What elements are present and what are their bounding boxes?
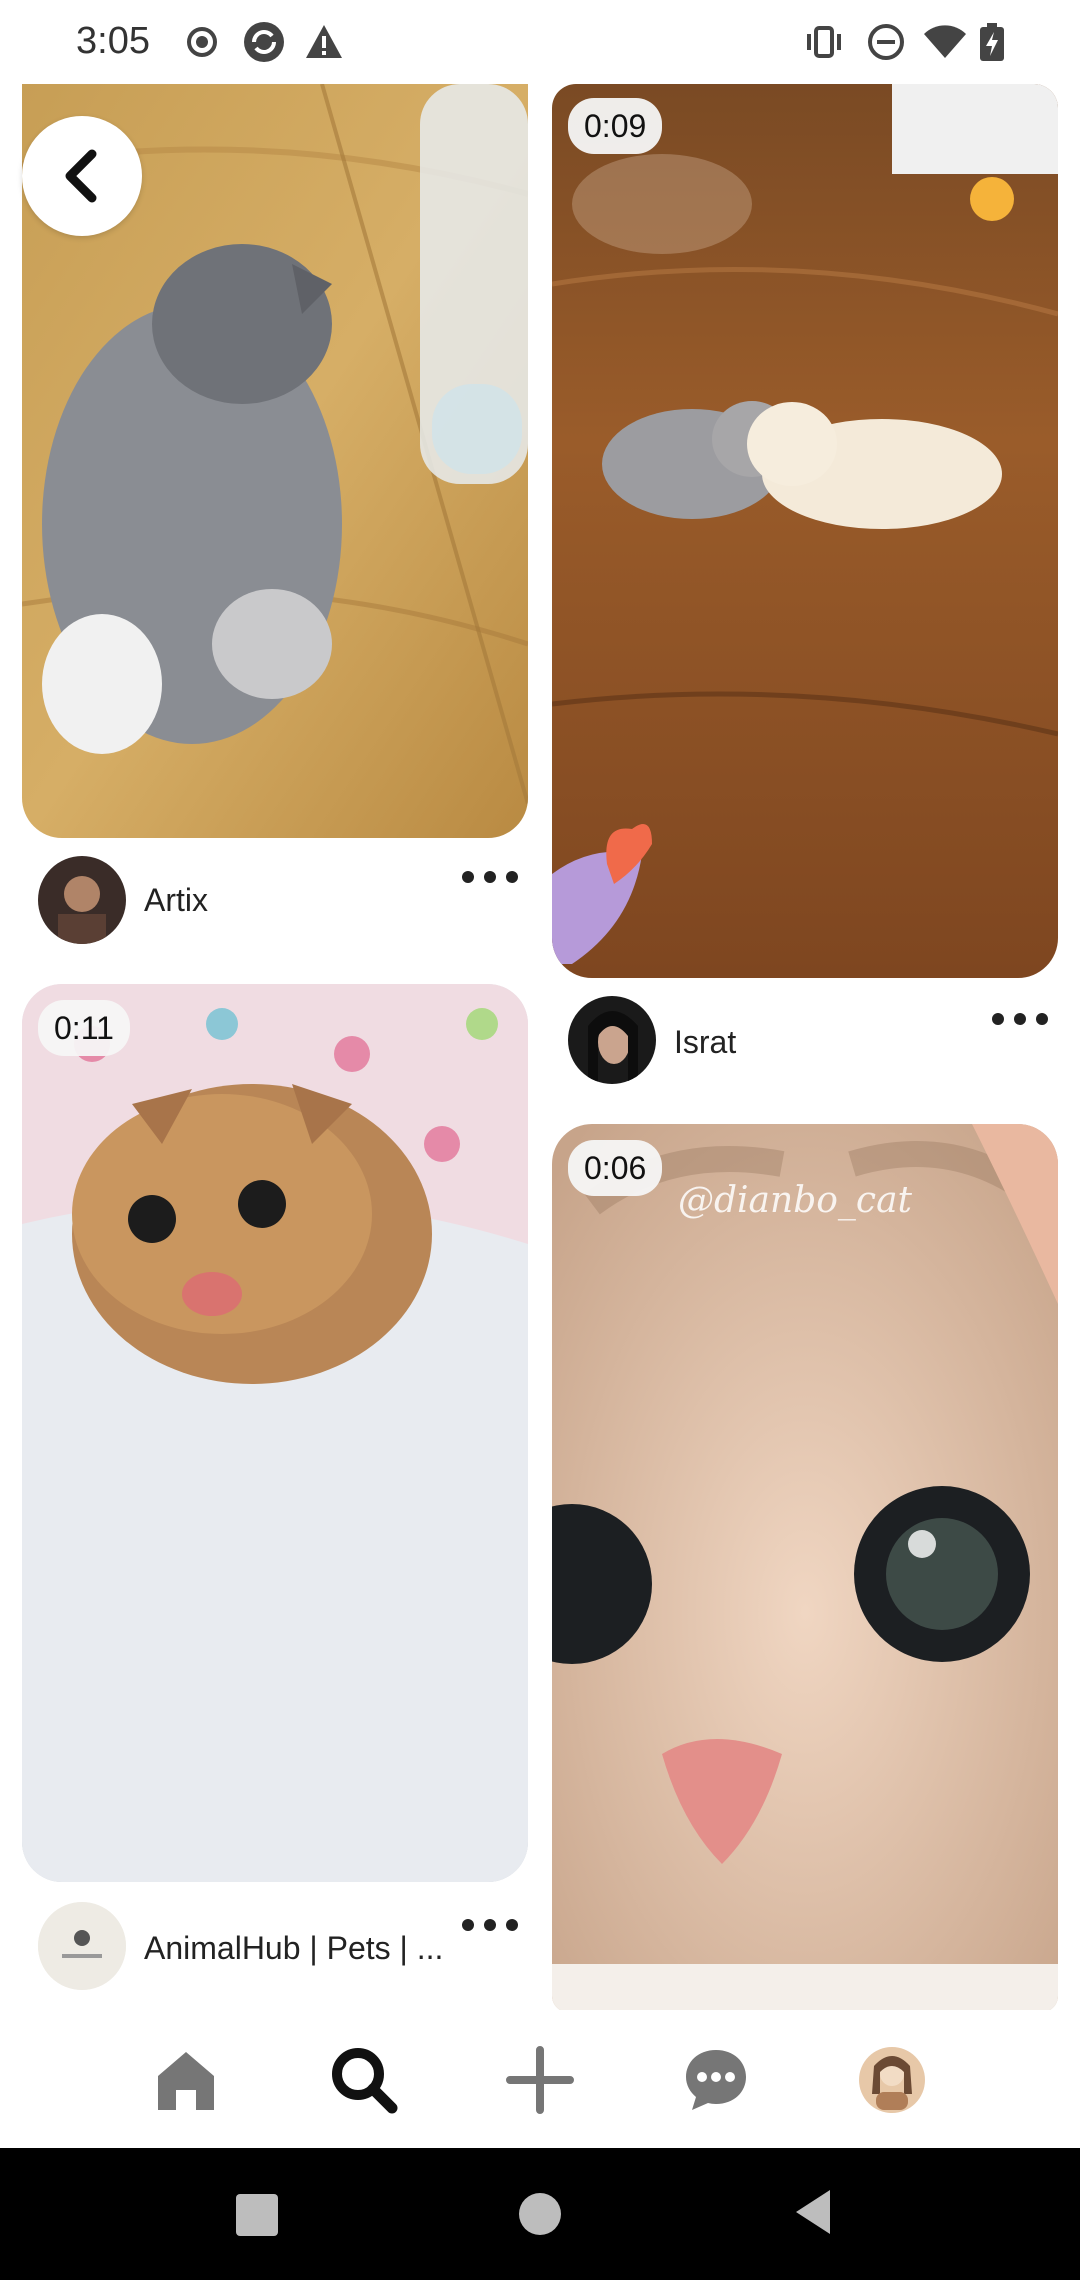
chevron-left-icon bbox=[65, 149, 97, 203]
nav-home[interactable] bbox=[146, 2040, 226, 2120]
pin-video-3[interactable] bbox=[22, 984, 528, 1882]
video-duration-badge: 0:09 bbox=[568, 98, 663, 154]
pin-video-4[interactable] bbox=[552, 1124, 1058, 2012]
video-duration-badge: 0:11 bbox=[38, 1000, 130, 1056]
battery-icon bbox=[978, 22, 1006, 62]
more-options-button[interactable] bbox=[462, 1910, 518, 1940]
nav-messages[interactable] bbox=[676, 2040, 756, 2120]
home-button[interactable] bbox=[508, 2182, 572, 2246]
pin-video-2[interactable] bbox=[552, 84, 1058, 978]
more-options-button[interactable] bbox=[462, 862, 518, 892]
more-options-button[interactable] bbox=[992, 1004, 1048, 1034]
nav-search[interactable] bbox=[324, 2040, 404, 2120]
author-name[interactable]: AnimalHub | Pets | ... bbox=[144, 1930, 443, 1967]
back-nav-button[interactable] bbox=[784, 2180, 848, 2244]
messages-icon bbox=[686, 2050, 746, 2110]
sync-icon bbox=[242, 20, 286, 64]
status-bar bbox=[0, 0, 1080, 84]
author-avatar[interactable] bbox=[38, 1902, 126, 1990]
author-avatar[interactable] bbox=[38, 856, 126, 944]
warning-icon bbox=[304, 22, 344, 62]
profile-avatar bbox=[859, 2047, 925, 2113]
vibrate-icon bbox=[804, 22, 844, 62]
watermark-text: @dianbo_cat bbox=[678, 1180, 913, 1221]
dnd-icon bbox=[866, 22, 906, 62]
author-name[interactable]: Artix bbox=[144, 882, 208, 919]
wifi-icon bbox=[922, 22, 968, 62]
record-icon bbox=[182, 22, 222, 62]
author-name[interactable]: Israt bbox=[674, 1024, 736, 1061]
author-avatar[interactable] bbox=[568, 996, 656, 1084]
home-icon bbox=[158, 2052, 214, 2110]
status-time: 3:05 bbox=[76, 20, 150, 62]
nav-create[interactable] bbox=[500, 2040, 580, 2120]
back-button[interactable] bbox=[22, 116, 142, 236]
search-icon bbox=[332, 2048, 398, 2114]
video-duration-badge: 0:06 bbox=[568, 1140, 663, 1196]
recents-button[interactable] bbox=[228, 2186, 286, 2244]
nav-profile[interactable] bbox=[852, 2040, 932, 2120]
create-icon bbox=[506, 2046, 574, 2114]
